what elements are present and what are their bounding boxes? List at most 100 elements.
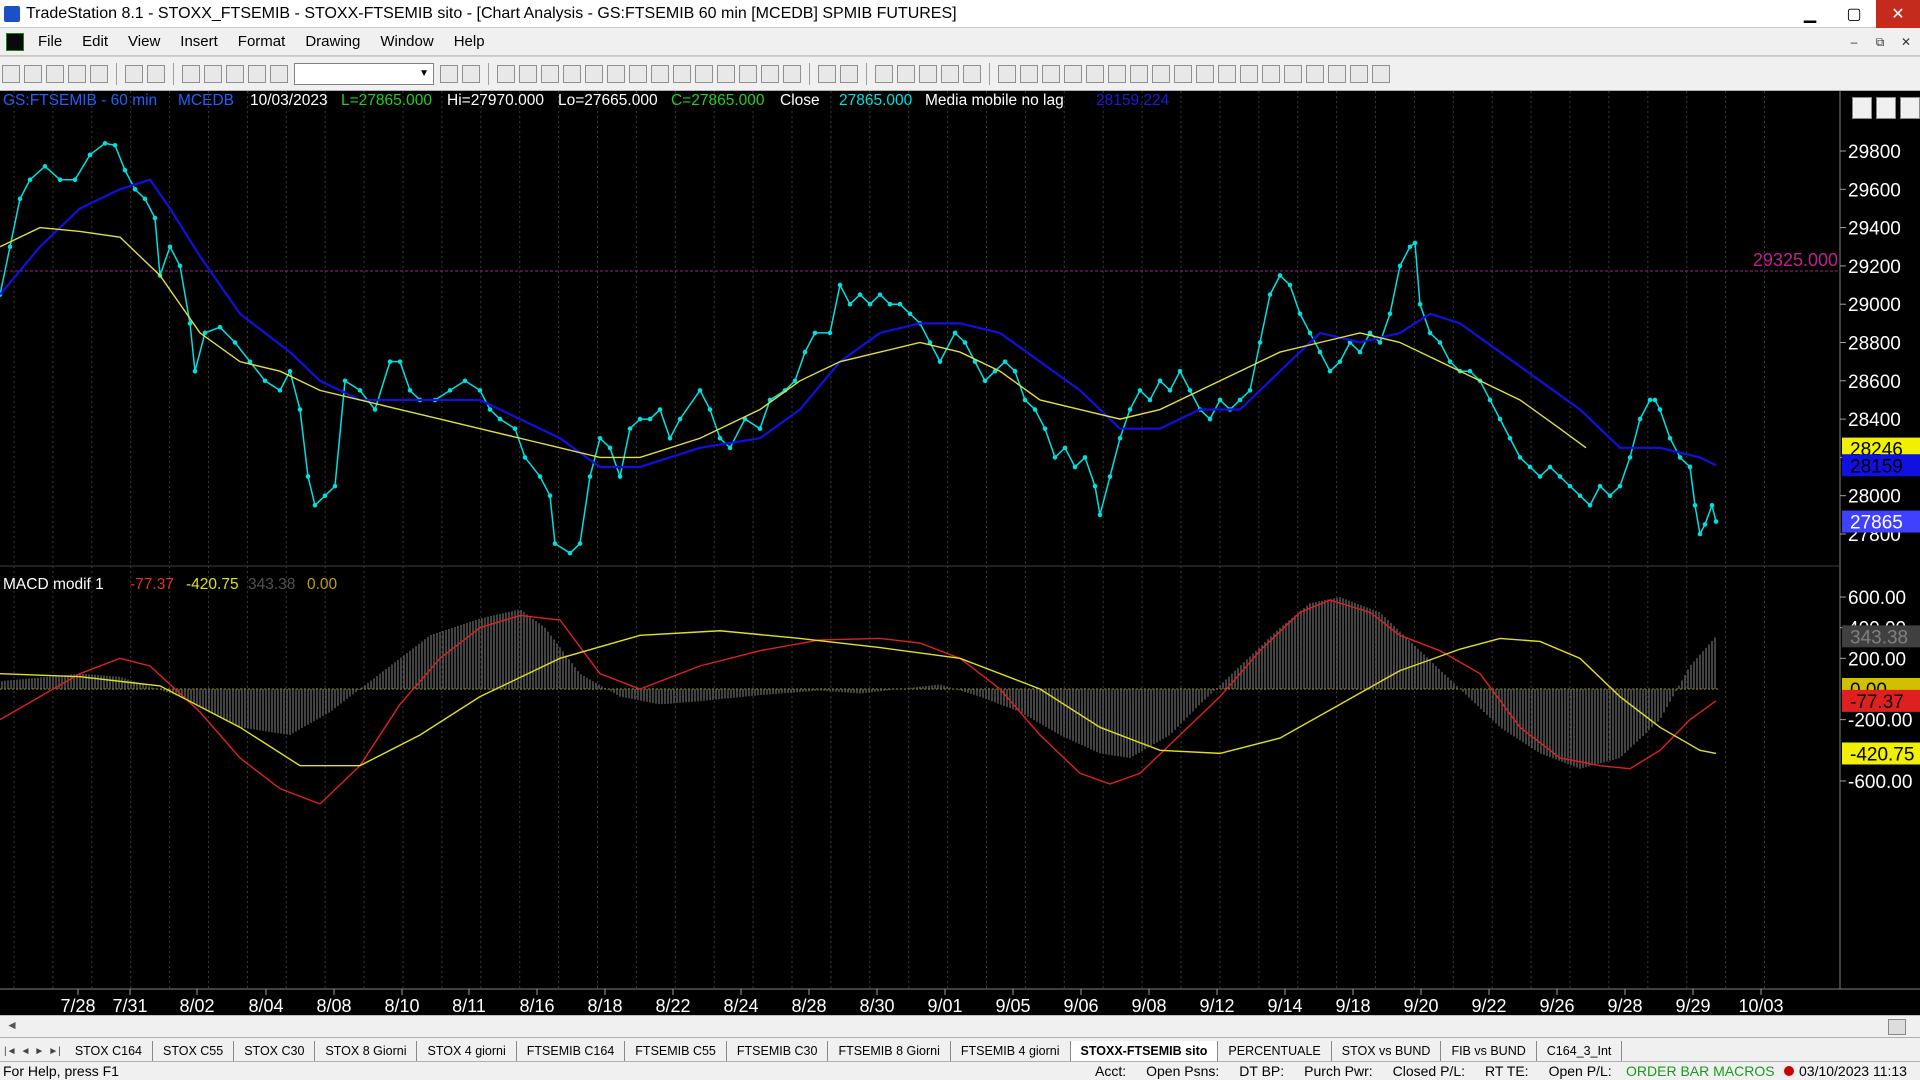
copy-icon[interactable] — [68, 64, 86, 83]
price-point — [1427, 330, 1433, 336]
table-icon[interactable] — [519, 64, 537, 83]
indicator-icon[interactable] — [563, 64, 581, 83]
menu-drawing[interactable]: Drawing — [295, 33, 370, 50]
format-icon[interactable] — [629, 64, 647, 83]
arrow-up-icon[interactable] — [1306, 64, 1324, 83]
tab-ftsemib-8-giorni[interactable]: FTSEMIB 8 Giorni — [828, 1041, 951, 1061]
text-icon[interactable] — [1372, 64, 1390, 83]
open-icon[interactable] — [24, 64, 42, 83]
tab-fib-vs-bund[interactable]: FIB vs BUND — [1441, 1041, 1537, 1061]
arrow-icon[interactable] — [1174, 64, 1192, 83]
save-icon[interactable] — [46, 64, 64, 83]
chart-area[interactable]: GS:FTSEMIB - 60 min MCEDB 10/03/2023 L=2786… — [0, 91, 1920, 1025]
menu-format[interactable]: Format — [228, 33, 296, 50]
andrews-icon[interactable] — [1218, 64, 1236, 83]
mdi-restore-button[interactable]: ⧉ — [1870, 32, 1890, 52]
layout-icon[interactable] — [204, 64, 222, 83]
tab-stox-c55[interactable]: STOX C55 — [152, 1041, 235, 1061]
price-point — [1702, 522, 1708, 527]
arrow-down-icon[interactable] — [1284, 64, 1302, 83]
tab-nav-first-icon[interactable]: |◄ — [4, 1046, 17, 1057]
tab-stox-4-giorni[interactable]: STOX 4 giorni — [417, 1041, 517, 1061]
tab-stox-c30[interactable]: STOX C30 — [234, 1041, 316, 1061]
note-icon[interactable] — [963, 64, 981, 83]
chart-svg[interactable]: GS:FTSEMIB - 60 min MCEDB 10/03/2023 L=2786… — [0, 91, 1920, 1015]
pointer-icon[interactable] — [875, 64, 893, 83]
menu-window[interactable]: Window — [370, 33, 443, 50]
tab-ftsemib-c164[interactable]: FTSEMIB C164 — [516, 1041, 626, 1061]
play-icon[interactable] — [440, 64, 458, 83]
tab-c164-3-int[interactable]: C164_3_Int — [1536, 1041, 1623, 1061]
tab-percentuale[interactable]: PERCENTUALE — [1218, 1041, 1332, 1061]
menu-help[interactable]: Help — [444, 33, 495, 50]
close-button[interactable]: ✕ — [1876, 0, 1920, 28]
ellipse-icon[interactable] — [1328, 64, 1346, 83]
pane-close-button[interactable] — [1900, 97, 1920, 119]
print-preview-icon[interactable] — [147, 64, 165, 83]
gann-icon[interactable] — [1152, 64, 1170, 83]
scroll-left-icon[interactable]: ◄ — [6, 1018, 18, 1032]
menu-edit[interactable]: Edit — [72, 33, 118, 50]
pane-restore-button[interactable] — [1876, 97, 1896, 119]
workspace-icon[interactable] — [182, 64, 200, 83]
channel-icon[interactable] — [1064, 64, 1082, 83]
lock-icon[interactable] — [226, 64, 244, 83]
scroll-thumb[interactable] — [1888, 1019, 1906, 1035]
tab-ftsemib-c55[interactable]: FTSEMIB C55 — [625, 1041, 727, 1061]
chart-window-icon[interactable] — [6, 32, 24, 51]
print-icon[interactable] — [125, 64, 143, 83]
candlestick-icon[interactable] — [717, 64, 735, 83]
horizontal-scrollbar[interactable]: ◄ — [0, 1015, 1920, 1037]
menu-view[interactable]: View — [118, 33, 170, 50]
tab-nav-next-icon[interactable]: ► — [34, 1046, 44, 1057]
matrix-icon[interactable] — [695, 64, 713, 83]
folder-icon[interactable] — [90, 64, 108, 83]
symbol-combo[interactable]: ▼ — [294, 62, 434, 85]
tab-ftsemib-c30[interactable]: FTSEMIB C30 — [726, 1041, 829, 1061]
spacing-icon[interactable] — [783, 64, 801, 83]
rectangle-icon[interactable] — [1350, 64, 1368, 83]
horizontal-lines-icon[interactable] — [1042, 64, 1060, 83]
price-point — [217, 324, 223, 330]
menu-file[interactable]: File — [28, 33, 72, 50]
maximize-button[interactable]: ▢ — [1832, 0, 1876, 28]
tab-ftsemib-4-giorni[interactable]: FTSEMIB 4 giorni — [950, 1041, 1071, 1061]
window-icon[interactable] — [651, 64, 669, 83]
zoom-bar-icon[interactable] — [761, 64, 779, 83]
tab-nav-last-icon[interactable]: ►| — [48, 1046, 61, 1057]
search-icon[interactable] — [462, 64, 480, 83]
new-icon[interactable] — [2, 64, 20, 83]
pane-minimize-button[interactable] — [1852, 97, 1872, 119]
fibonacci-icon[interactable] — [1108, 64, 1126, 83]
zoom-out-icon[interactable] — [840, 64, 858, 83]
tab-stox-vs-bund[interactable]: STOX vs BUND — [1331, 1041, 1442, 1061]
tab-stox-8-giorni[interactable]: STOX 8 Giorni — [315, 1041, 418, 1061]
bar-style-icon[interactable] — [739, 64, 757, 83]
tab-stox-c164[interactable]: STOX C164 — [64, 1041, 153, 1061]
zoom-in-icon[interactable] — [818, 64, 836, 83]
clock-icon[interactable] — [673, 64, 691, 83]
parallel-icon[interactable] — [1196, 64, 1214, 83]
globe-icon[interactable] — [270, 64, 288, 83]
mdi-minimize-button[interactable]: – — [1844, 32, 1864, 52]
data-tip-icon[interactable] — [897, 64, 915, 83]
trendline-icon[interactable] — [998, 64, 1016, 83]
tools-icon[interactable] — [248, 64, 266, 83]
curve-icon[interactable] — [1262, 64, 1280, 83]
refresh-icon[interactable] — [607, 64, 625, 83]
tab-nav-prev-icon[interactable]: ◄ — [21, 1046, 31, 1057]
arc-icon[interactable] — [1086, 64, 1104, 83]
vertical-lines-icon[interactable] — [1020, 64, 1038, 83]
menu-insert[interactable]: Insert — [170, 33, 228, 50]
grid-icon[interactable] — [541, 64, 559, 83]
export-icon[interactable] — [941, 64, 959, 83]
tab-stoxx-ftsemib-sito[interactable]: STOXX-FTSEMIB sito — [1070, 1041, 1219, 1061]
pencil-icon[interactable] — [1240, 64, 1258, 83]
mdi-close-button[interactable]: ✕ — [1896, 32, 1916, 52]
order-bar-macros[interactable]: ORDER BAR MACROS — [1626, 1063, 1775, 1079]
hammer-icon[interactable] — [919, 64, 937, 83]
strategy-icon[interactable] — [585, 64, 603, 83]
minimize-button[interactable]: ▁ — [1788, 0, 1832, 28]
bar-chart-icon[interactable] — [497, 64, 515, 83]
speed-line-icon[interactable] — [1130, 64, 1148, 83]
